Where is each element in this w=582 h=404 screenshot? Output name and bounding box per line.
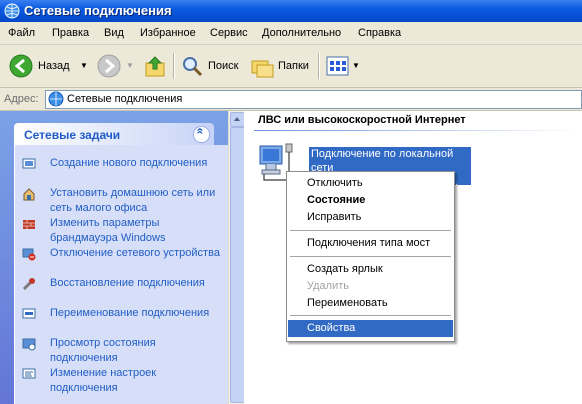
address-value: Сетевые подключения xyxy=(67,93,183,105)
status-icon xyxy=(22,338,36,351)
menu-item-delete: Удалить xyxy=(288,278,453,295)
menu-advanced[interactable]: Дополнительно xyxy=(262,27,341,39)
menu-item-properties[interactable]: Свойства xyxy=(288,320,453,337)
views-icon xyxy=(326,56,349,76)
menu-item-label: Отключить xyxy=(307,177,363,189)
rename-icon xyxy=(22,308,36,319)
menu-separator xyxy=(290,256,451,257)
task-label: Создание нового подключения xyxy=(50,157,208,169)
menu-item-label: Переименовать xyxy=(307,297,388,309)
window-title: Сетевые подключения xyxy=(24,3,172,18)
menu-item-disable[interactable]: Отключить xyxy=(288,175,453,192)
up-folder-button[interactable] xyxy=(144,53,168,79)
menu-item-label: Удалить xyxy=(307,280,349,292)
menu-tools[interactable]: Сервис xyxy=(210,27,248,39)
settings-icon xyxy=(22,368,36,379)
task-label: Переименование подключения xyxy=(50,307,210,319)
task-label: Изменение настроек подключения xyxy=(50,367,157,394)
menu-separator xyxy=(290,315,451,316)
search-button[interactable]: Поиск xyxy=(180,53,242,79)
toolbar-separator xyxy=(173,53,175,79)
group-header: ЛВС или высокоскоростной Интернет xyxy=(258,114,466,126)
menu-item-label: Создать ярлык xyxy=(307,263,383,275)
menu-item-create-shortcut[interactable]: Создать ярлык xyxy=(288,261,453,278)
collapse-icon[interactable] xyxy=(193,126,210,143)
scroll-thumb[interactable] xyxy=(230,127,245,403)
network-connections-icon xyxy=(4,3,20,19)
menu-edit[interactable]: Правка xyxy=(52,27,89,39)
title-bar[interactable]: Сетевые подключения xyxy=(0,0,582,22)
menu-help[interactable]: Справка xyxy=(358,27,401,39)
folders-button[interactable]: Папки xyxy=(250,53,312,79)
forward-dropdown-icon[interactable]: ▼ xyxy=(126,61,134,70)
network-tasks-title: Сетевые задачи xyxy=(24,128,121,142)
new-connection-icon xyxy=(22,158,36,169)
toolbar: Назад ▼ ▼ Поиск Папки ▼ xyxy=(0,45,582,88)
menu-bar: Файл Правка Вид Избранное Сервис Дополни… xyxy=(0,22,582,45)
search-icon xyxy=(183,57,203,77)
menu-separator xyxy=(290,230,451,231)
menu-favorites[interactable]: Избранное xyxy=(140,27,196,39)
group-divider xyxy=(254,130,582,131)
menu-item-label: Исправить xyxy=(307,211,362,223)
back-arrow-icon xyxy=(9,54,33,78)
menu-item-rename[interactable]: Переименовать xyxy=(288,295,453,312)
toolbar-separator xyxy=(318,53,320,79)
context-menu: Отключить Состояние Исправить Подключени… xyxy=(286,171,455,342)
forward-button[interactable]: ▼ xyxy=(96,53,134,79)
menu-view[interactable]: Вид xyxy=(104,27,124,39)
task-pane-scrollbar[interactable] xyxy=(228,111,245,404)
folders-icon xyxy=(251,60,274,78)
menu-item-label: Свойства xyxy=(307,322,356,334)
task-label: Отключение сетевого устройства xyxy=(50,247,220,259)
task-label: Восстановление подключения xyxy=(50,277,205,289)
back-dropdown-icon[interactable]: ▼ xyxy=(80,61,88,70)
task-label: Установить домашнюю сеть или сеть малого… xyxy=(50,187,216,214)
scroll-up-icon[interactable] xyxy=(230,112,245,127)
address-bar: Адрес: Сетевые подключения xyxy=(0,88,582,111)
menu-item-label: Подключения типа мост xyxy=(307,237,431,249)
address-label: Адрес: xyxy=(4,93,39,105)
menu-item-label: Состояние xyxy=(307,194,366,206)
back-label: Назад xyxy=(38,60,70,72)
up-folder-icon xyxy=(145,56,165,77)
menu-file[interactable]: Файл xyxy=(8,27,35,39)
network-tasks-header[interactable]: Сетевые задачи xyxy=(14,123,214,145)
address-input[interactable]: Сетевые подключения xyxy=(45,90,582,109)
forward-arrow-icon xyxy=(97,54,121,78)
folders-label: Папки xyxy=(278,60,309,72)
menu-item-bridge[interactable]: Подключения типа мост xyxy=(288,235,453,252)
home-network-icon xyxy=(23,188,35,201)
menu-item-status[interactable]: Состояние xyxy=(288,192,453,209)
views-dropdown-icon[interactable]: ▼ xyxy=(352,61,360,70)
views-button[interactable]: ▼ xyxy=(326,53,360,79)
network-connections-icon xyxy=(48,91,64,107)
menu-item-repair[interactable]: Исправить xyxy=(288,209,453,226)
network-tasks-list: Создание нового подключения Установить д… xyxy=(14,145,228,404)
task-label: Просмотр состояния подключения xyxy=(50,337,156,364)
back-button[interactable]: Назад ▼ xyxy=(8,53,90,79)
disable-device-icon xyxy=(22,248,36,261)
task-label: Изменить параметры брандмауэра Windows xyxy=(50,217,166,244)
repair-icon xyxy=(22,278,35,291)
search-label: Поиск xyxy=(208,60,239,72)
firewall-icon xyxy=(23,220,35,229)
